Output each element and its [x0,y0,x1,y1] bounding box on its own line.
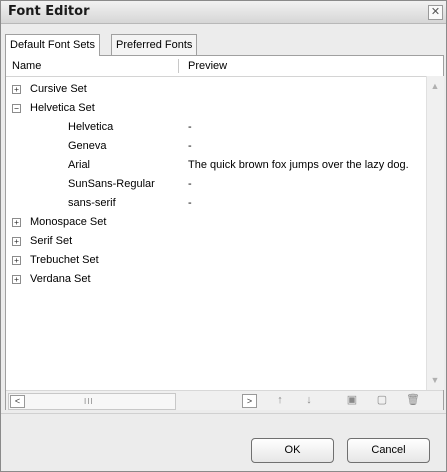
font-editor-window: Font Editor ✕ Default Font Sets Preferre… [0,0,447,472]
font-tree: + Cursive Set − Helvetica Set Helvetica … [6,80,426,289]
tree-row-monospace-set[interactable]: + Monospace Set [6,213,426,232]
expand-icon[interactable]: + [12,275,21,284]
row-preview: - [188,197,192,209]
column-divider[interactable] [178,59,179,73]
window-title: Font Editor [8,4,90,19]
vertical-scrollbar[interactable]: ▲ ▼ [426,76,444,390]
ok-button[interactable]: OK [251,438,334,463]
scroll-down-icon[interactable]: ▼ [429,374,441,386]
tree-row-cursive-set[interactable]: + Cursive Set [6,80,426,99]
tree-row-geneva[interactable]: Geneva - [6,137,426,156]
tree-row-helvetica-set[interactable]: − Helvetica Set [6,99,426,118]
tree-row-sunsans-regular[interactable]: SunSans-Regular - [6,175,426,194]
row-label: Trebuchet Set [30,254,99,266]
title-bar[interactable]: Font Editor ✕ [1,1,446,24]
row-label: Monospace Set [30,216,107,228]
row-label: Cursive Set [30,83,87,95]
tree-row-serif-set[interactable]: + Serif Set [6,232,426,251]
move-down-icon[interactable]: ↓ [301,393,317,408]
collapse-icon[interactable]: − [12,104,21,113]
new-font-icon[interactable]: ▢ [374,393,390,408]
row-preview: - [188,178,192,190]
add-font-button[interactable]: > [242,394,257,408]
expand-icon[interactable]: + [12,237,21,246]
row-label: Serif Set [30,235,73,247]
column-header: Name Preview [6,56,443,77]
scroll-grip-icon[interactable]: III [84,397,94,406]
row-label: Verdana Set [30,273,91,285]
cancel-button[interactable]: Cancel [347,438,430,463]
delete-icon[interactable]: 🗑 [405,393,421,408]
column-name-header[interactable]: Name [12,60,41,72]
row-preview: The quick brown fox jumps over the lazy … [188,159,409,171]
row-preview: - [188,121,192,133]
tree-row-helvetica[interactable]: Helvetica - [6,118,426,137]
row-preview: - [188,140,192,152]
move-up-icon[interactable]: ↑ [272,393,288,408]
tree-row-trebuchet-set[interactable]: + Trebuchet Set [6,251,426,270]
font-sets-panel: Name Preview + Cursive Set − Helvetica S… [5,55,444,410]
scroll-left-icon[interactable]: < [10,395,25,408]
footer-divider [1,413,446,414]
row-label: Helvetica Set [30,102,95,114]
row-label: SunSans-Regular [68,178,155,190]
expand-icon[interactable]: + [12,85,21,94]
row-label: Geneva [68,140,107,152]
tab-default-font-sets[interactable]: Default Font Sets [5,34,100,56]
row-label: Helvetica [68,121,114,133]
tree-row-sans-serif[interactable]: sans-serif - [6,194,426,213]
expand-icon[interactable]: + [12,218,21,227]
scroll-up-icon[interactable]: ▲ [429,80,441,92]
horizontal-scrollbar[interactable]: < III [8,393,176,410]
tab-preferred-fonts[interactable]: Preferred Fonts [111,34,198,55]
tree-row-verdana-set[interactable]: + Verdana Set [6,270,426,289]
close-icon[interactable]: ✕ [428,5,443,20]
bottom-toolbar: < III > ↑ ↓ ▣ ▢ 🗑 [6,390,443,410]
new-set-icon[interactable]: ▣ [344,393,360,408]
row-label: Arial [68,159,91,171]
row-label: sans-serif [68,197,116,209]
expand-icon[interactable]: + [12,256,21,265]
tree-row-arial[interactable]: Arial The quick brown fox jumps over the… [6,156,426,175]
column-preview-header[interactable]: Preview [188,60,227,72]
